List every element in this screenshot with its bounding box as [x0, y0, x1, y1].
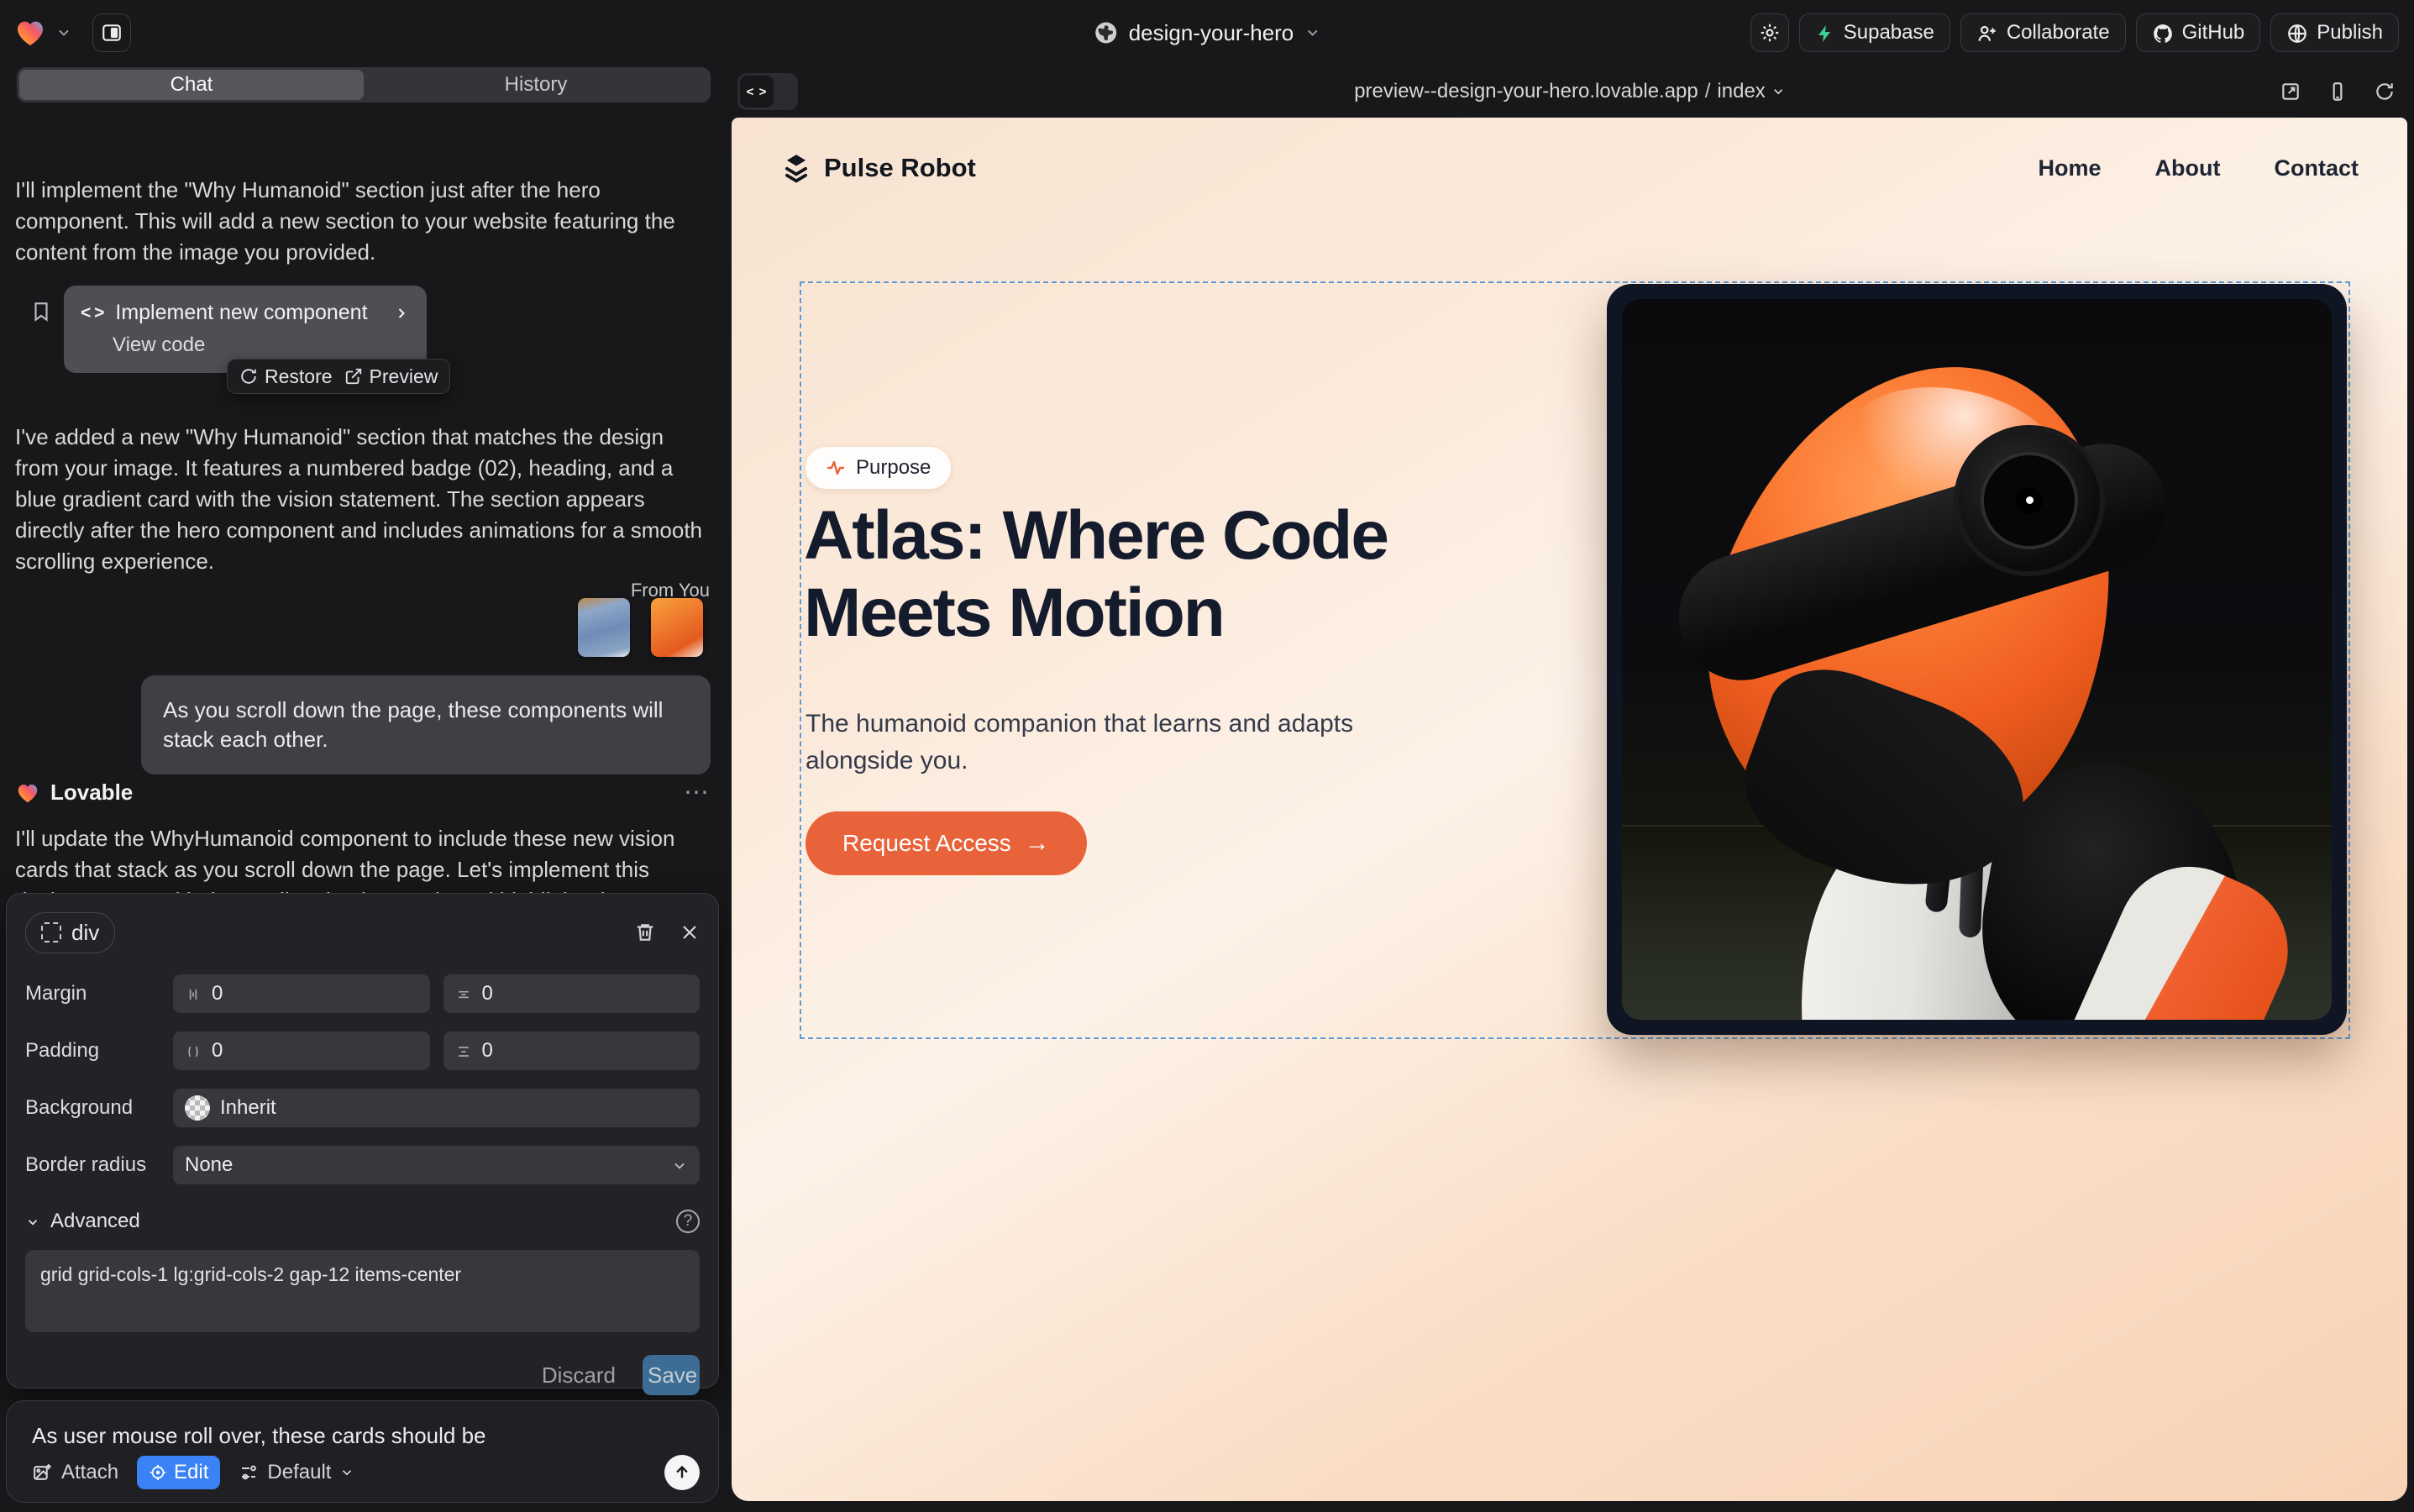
- padding-label: Padding: [25, 1039, 160, 1063]
- panel-tabs: Chat History: [17, 67, 711, 102]
- preview-url[interactable]: preview--design-your-hero.lovable.app / …: [1354, 66, 1786, 118]
- sidebar-toggle-button[interactable]: [92, 13, 131, 52]
- margin-label: Margin: [25, 982, 160, 1005]
- purpose-badge: Purpose: [806, 447, 951, 489]
- bookmark-icon[interactable]: [30, 299, 52, 324]
- robot-eye-lens: [1954, 425, 2105, 576]
- border-radius-select[interactable]: None: [173, 1146, 700, 1184]
- tab-chat[interactable]: Chat: [19, 70, 364, 100]
- send-button[interactable]: [664, 1455, 700, 1490]
- nav-link-contact[interactable]: Contact: [2275, 155, 2359, 181]
- collaborate-button[interactable]: Collaborate: [1960, 13, 2126, 52]
- supabase-button[interactable]: Supabase: [1799, 13, 1950, 52]
- selected-element-chip[interactable]: div: [25, 912, 115, 953]
- preview-toolbar: < > preview--design-your-hero.lovable.ap…: [726, 66, 2414, 118]
- padding-y-input[interactable]: 0: [443, 1032, 701, 1070]
- help-icon[interactable]: ?: [676, 1210, 700, 1233]
- chevron-right-icon: [393, 301, 410, 325]
- user-plus-icon: [1976, 21, 1998, 45]
- element-inspector-panel: div Margin 0: [6, 893, 719, 1389]
- publish-globe-icon: [2286, 21, 2308, 45]
- save-button[interactable]: Save: [643, 1355, 700, 1395]
- margin-y-input[interactable]: 0: [443, 974, 701, 1013]
- preview-button[interactable]: Preview: [344, 365, 438, 388]
- mode-select[interactable]: Default: [239, 1461, 354, 1484]
- view-code-link[interactable]: View code: [113, 333, 410, 357]
- component-card-title: Implement new component: [115, 301, 367, 325]
- project-globe-icon: [1094, 20, 1119, 45]
- arrow-right-icon: →: [1025, 829, 1050, 858]
- preview-host: preview--design-your-hero.lovable.app: [1354, 80, 1698, 103]
- settings-button[interactable]: [1750, 13, 1789, 52]
- attachment-thumbnail-blue[interactable]: [578, 598, 630, 657]
- dashed-element-icon: [41, 922, 61, 942]
- mobile-view-button[interactable]: [2327, 81, 2348, 102]
- card-hover-toolbar: Restore Preview: [227, 359, 450, 394]
- request-access-button[interactable]: Request Access →: [806, 811, 1087, 875]
- nav-link-home[interactable]: Home: [2039, 155, 2102, 181]
- margin-x-icon: [185, 982, 202, 1005]
- github-icon: [2152, 21, 2174, 45]
- code-icon: < >: [740, 76, 774, 108]
- lovable-heart-logo-icon[interactable]: [13, 16, 47, 50]
- top-bar: design-your-hero Supabase Collaborate: [0, 0, 2414, 66]
- discard-button[interactable]: Discard: [537, 1362, 621, 1389]
- chevron-down-icon: [1304, 24, 1320, 41]
- attach-button[interactable]: Attach: [32, 1461, 118, 1484]
- delete-element-button[interactable]: [634, 921, 656, 943]
- hero-subheading: The humanoid companion that learns and a…: [806, 706, 1360, 779]
- nav-link-about[interactable]: About: [2155, 155, 2221, 181]
- chevron-down-icon: [671, 1153, 688, 1177]
- pulse-icon: [826, 458, 846, 478]
- element-tag: div: [71, 920, 99, 946]
- chevron-down-icon: [339, 1465, 354, 1480]
- composer-draft-text[interactable]: As user mouse roll over, these cards sho…: [32, 1423, 693, 1449]
- agent-name: Lovable: [50, 780, 133, 806]
- restore-button[interactable]: Restore: [239, 365, 333, 388]
- agent-header: Lovable ⋯: [15, 778, 711, 807]
- chevron-down-icon: [1771, 84, 1786, 99]
- user-message-bubble: As you scroll down the page, these compo…: [141, 675, 711, 774]
- edit-mode-button[interactable]: Edit: [137, 1456, 220, 1489]
- padding-x-icon: [185, 1039, 202, 1063]
- chevron-down-icon[interactable]: [55, 24, 72, 41]
- refresh-button[interactable]: [2374, 81, 2396, 102]
- background-label: Background: [25, 1096, 160, 1120]
- github-button[interactable]: GitHub: [2136, 13, 2261, 52]
- project-switcher[interactable]: design-your-hero: [1094, 0, 1321, 66]
- lovable-heart-avatar: [15, 780, 40, 806]
- attachment-thumbnail-orange[interactable]: [651, 598, 703, 657]
- advanced-classes-textarea[interactable]: grid grid-cols-1 lg:grid-cols-2 gap-12 i…: [25, 1250, 700, 1332]
- margin-y-icon: [455, 982, 472, 1005]
- app-window: design-your-hero Supabase Collaborate: [0, 0, 2414, 1512]
- code-icon: < >: [81, 303, 103, 323]
- assistant-message: I'll implement the "Why Humanoid" sectio…: [15, 175, 701, 268]
- chevron-down-icon: [25, 1210, 40, 1233]
- close-inspector-button[interactable]: [680, 922, 700, 942]
- advanced-section-toggle[interactable]: Advanced ?: [25, 1210, 700, 1233]
- transparency-checker-icon: [185, 1095, 210, 1121]
- background-input[interactable]: Inherit: [173, 1089, 700, 1127]
- site-preview: Pulse Robot Home About Contact Purpose A…: [732, 118, 2407, 1501]
- site-logo[interactable]: Pulse Robot: [780, 152, 976, 184]
- preview-page: index: [1717, 80, 1765, 103]
- hero-robot-card: [1607, 284, 2347, 1035]
- margin-x-input[interactable]: 0: [173, 974, 430, 1013]
- chat-composer[interactable]: As user mouse roll over, these cards sho…: [6, 1400, 719, 1503]
- open-in-new-tab-button[interactable]: [2280, 81, 2301, 102]
- padding-x-input[interactable]: 0: [173, 1032, 430, 1070]
- message-menu-button[interactable]: ⋯: [684, 778, 711, 807]
- padding-y-icon: [455, 1039, 472, 1063]
- hero-heading: Atlas: Where Code Meets Motion: [804, 497, 1388, 652]
- assistant-message: I've added a new "Why Humanoid" section …: [15, 422, 707, 577]
- robot-illustration: [1622, 299, 2332, 1020]
- border-radius-label: Border radius: [25, 1153, 160, 1177]
- tab-history[interactable]: History: [364, 70, 708, 100]
- publish-button[interactable]: Publish: [2270, 13, 2399, 52]
- project-name: design-your-hero: [1129, 20, 1294, 46]
- code-view-toggle[interactable]: < >: [737, 73, 798, 110]
- supabase-bolt-icon: [1815, 21, 1835, 45]
